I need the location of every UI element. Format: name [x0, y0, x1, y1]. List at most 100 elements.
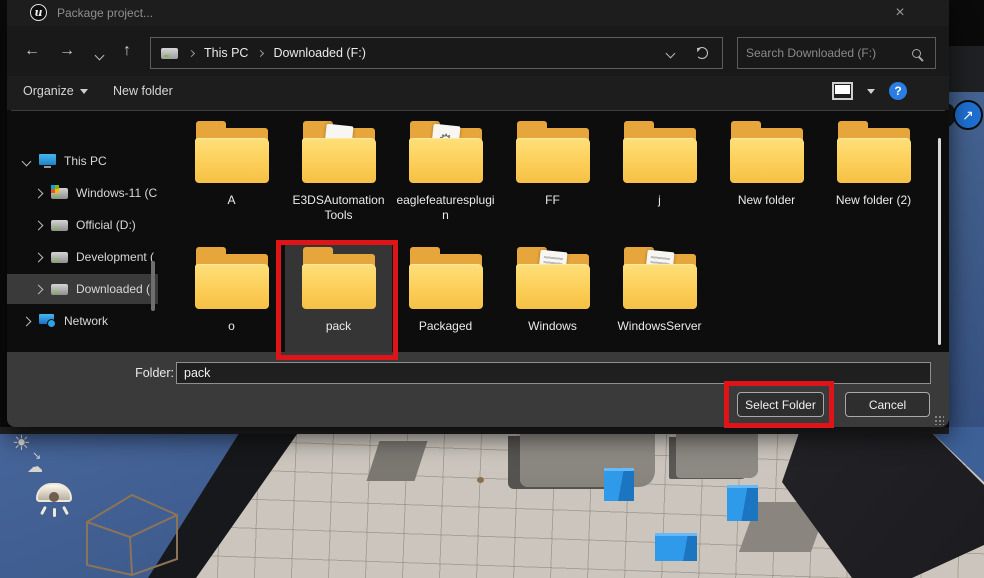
viewport-3d[interactable]: ☀ ↘ ☁	[0, 427, 984, 578]
unreal-logo-icon	[30, 4, 47, 21]
expander-icon[interactable]	[34, 252, 44, 262]
dialog-content: This PC Windows-11 (C Official (D:) Deve…	[7, 111, 949, 352]
sun-icon: ☀	[12, 431, 31, 456]
view-dropdown-caret-icon[interactable]	[867, 89, 875, 94]
expander-icon[interactable]	[34, 220, 44, 230]
title-bar[interactable]: Package project... ×	[7, 0, 949, 26]
folder-item-e3dsautomation-tools[interactable]: E3DSAutomation Tools	[285, 116, 392, 228]
forward-button[interactable]: →	[55, 40, 79, 62]
up-button[interactable]: ↑	[115, 40, 139, 62]
blue-cube	[727, 485, 758, 521]
sidebar-scrollbar[interactable]	[151, 261, 155, 311]
tree-item-downloaded[interactable]: Downloaded (	[7, 274, 158, 304]
close-button[interactable]: ×	[889, 3, 911, 23]
gray-box	[676, 432, 758, 478]
breadcrumb-this-pc[interactable]: This PC	[201, 44, 251, 62]
folder-item-new-folder-2[interactable]: New folder (2)	[820, 116, 927, 228]
pebble	[477, 477, 484, 483]
drive-icon	[51, 252, 68, 263]
refresh-icon[interactable]	[696, 47, 708, 59]
help-button[interactable]: ?	[889, 82, 907, 100]
folder-with-lined-document-icon	[620, 245, 700, 311]
folder-icon	[406, 245, 486, 311]
folder-item-packaged[interactable]: Packaged	[392, 242, 499, 354]
folder-item-windows[interactable]: Windows	[499, 242, 606, 354]
editor-right-strip	[949, 46, 984, 92]
search-input[interactable]	[738, 46, 912, 60]
folder-item-a[interactable]: A	[178, 116, 285, 228]
tree-item-official[interactable]: Official (D:)	[7, 210, 158, 240]
computer-icon	[161, 48, 178, 59]
annotation-rect-select-folder	[724, 381, 834, 428]
folder-label: FF	[499, 193, 606, 208]
folder-item-new-folder[interactable]: New folder	[713, 116, 820, 228]
breadcrumb-downloaded[interactable]: Downloaded (F:)	[270, 44, 368, 62]
folder-icon	[620, 119, 700, 185]
recent-locations-button[interactable]	[87, 44, 111, 66]
expander-icon[interactable]	[34, 188, 44, 198]
annotation-rect-pack	[276, 240, 398, 360]
expander-icon[interactable]	[22, 156, 32, 166]
editor-right-top	[949, 0, 984, 46]
window-title: Package project...	[57, 6, 153, 20]
breadcrumb-separator-icon	[257, 49, 264, 56]
arrow-ne-icon: ↗	[962, 107, 974, 123]
folder-label: o	[178, 319, 285, 334]
folder-label: A	[178, 193, 285, 208]
wireframe-cube	[62, 487, 187, 577]
folder-item-eaglefeaturesplugin[interactable]: ⚙ eaglefeaturesplugin	[392, 116, 499, 228]
cancel-button[interactable]: Cancel	[845, 392, 930, 417]
system-drive-icon	[51, 188, 68, 199]
expander-icon[interactable]	[34, 284, 44, 294]
folder-label: eaglefeaturesplugin	[392, 193, 499, 223]
this-pc-icon	[39, 154, 56, 168]
folder-label: j	[606, 193, 713, 208]
new-folder-button[interactable]: New folder	[113, 84, 173, 98]
breadcrumb-separator-icon	[188, 49, 195, 56]
folder-item-windowsserver[interactable]: WindowsServer	[606, 242, 713, 354]
network-icon	[39, 314, 56, 328]
editor-right-panel	[949, 92, 984, 427]
folder-label: New folder	[713, 193, 820, 208]
tree-item-this-pc[interactable]: This PC	[7, 146, 158, 176]
folder-label: Packaged	[392, 319, 499, 334]
package-project-dialog: Package project... × ← → ↑ This PC Downl…	[7, 0, 949, 427]
navigation-pane: This PC Windows-11 (C Official (D:) Deve…	[7, 111, 165, 352]
folder-item-o[interactable]: o	[178, 242, 285, 354]
folder-icon	[192, 119, 272, 185]
resize-grip[interactable]	[934, 415, 944, 425]
folder-with-lined-document-icon	[513, 245, 593, 311]
folder-label: WindowsServer	[606, 319, 713, 334]
search-box[interactable]	[737, 37, 936, 69]
folder-label: New folder (2)	[820, 193, 927, 208]
folder-icon	[727, 119, 807, 185]
expander-icon[interactable]	[22, 316, 32, 326]
viewport-top-strip	[0, 427, 949, 434]
folder-item-j[interactable]: j	[606, 116, 713, 228]
tree-item-windows-11[interactable]: Windows-11 (C	[7, 178, 158, 208]
tree-item-development[interactable]: Development (	[7, 242, 158, 272]
address-bar[interactable]: This PC Downloaded (F:)	[150, 37, 723, 69]
folder-field-label: Folder:	[130, 366, 174, 380]
screen: ↗ ☀ ↘ ☁	[0, 0, 984, 578]
maximize-viewport-button[interactable]: ↗	[953, 100, 983, 130]
navigation-bar: ← → ↑ This PC Downloaded (F:)	[7, 26, 949, 76]
back-button[interactable]: ←	[20, 40, 44, 62]
folder-icon	[513, 119, 593, 185]
organize-button[interactable]: Organize	[23, 84, 88, 98]
chevron-down-icon	[94, 51, 104, 61]
filelist-scrollbar[interactable]	[938, 138, 941, 345]
folder-icon	[192, 245, 272, 311]
address-dropdown-icon[interactable]	[666, 48, 676, 58]
tree-item-network[interactable]: Network	[7, 306, 158, 336]
view-mode-icon[interactable]	[832, 82, 853, 100]
folder-item-ff[interactable]: FF	[499, 116, 606, 228]
blue-cube	[655, 533, 697, 561]
folder-icon	[834, 119, 914, 185]
drive-icon	[51, 284, 68, 295]
search-icon[interactable]	[912, 49, 921, 58]
folder-with-gear-icon: ⚙	[406, 119, 486, 185]
folder-label: E3DSAutomation Tools	[285, 193, 392, 223]
folder-with-document-icon	[299, 119, 379, 185]
command-bar: Organize New folder ?	[7, 76, 949, 110]
